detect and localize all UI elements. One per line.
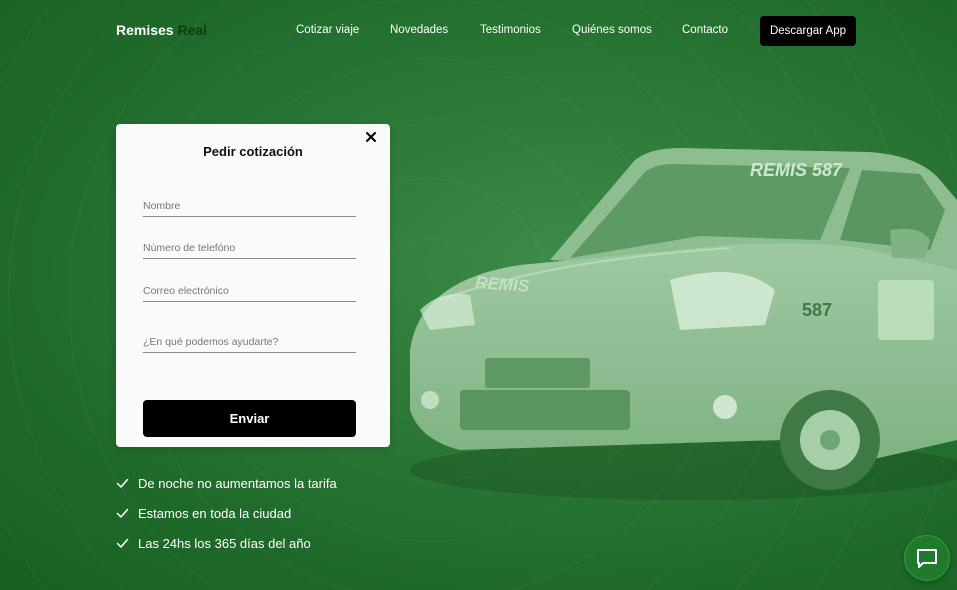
nav-cotizar-viaje[interactable]: Cotizar viaje [296,24,359,36]
feature-text: De noche no aumentamos la tarifa [138,476,337,491]
download-app-button[interactable]: Descargar App [760,16,856,46]
submit-button[interactable]: Enviar [143,400,356,437]
checkmark-icon [116,478,129,488]
car-hood-text: REMIS [475,273,531,296]
phone-field [143,238,356,259]
logo-accent: Real [177,22,208,38]
feature-item: Estamos en toda la ciudad [116,506,291,521]
logo-primary: Remises [116,22,174,38]
name-field [143,196,356,217]
logo[interactable]: Remises Real [116,22,207,38]
nav-contacto[interactable]: Contacto [682,24,728,36]
quote-form-card: Pedir cotización Enviar [116,124,390,447]
email-input[interactable] [143,285,356,297]
car-door-number: 587 [802,300,832,320]
feature-item: Las 24hs los 365 días del año [116,536,311,551]
chat-bubble-icon [917,549,937,568]
close-icon[interactable] [364,130,378,144]
phone-input[interactable] [143,242,356,254]
nav-quienes-somos[interactable]: Quiénes somos [572,24,652,36]
form-title: Pedir cotización [203,144,303,159]
email-field [143,281,356,302]
taxi-car-image: REMIS 587 REMIS 587 [410,148,957,500]
name-input[interactable] [143,200,356,212]
nav-novedades[interactable]: Novedades [390,24,448,36]
feature-item: De noche no aumentamos la tarifa [116,476,337,491]
car-roof-text: REMIS 587 [750,160,843,180]
chat-button[interactable] [904,535,950,581]
feature-text: Las 24hs los 365 días del año [138,536,311,551]
checkmark-icon [116,538,129,548]
message-field [143,332,356,353]
feature-text: Estamos en toda la ciudad [138,506,292,521]
message-input[interactable] [143,336,356,348]
checkmark-icon [116,508,129,518]
nav-testimonios[interactable]: Testimonios [480,24,541,36]
